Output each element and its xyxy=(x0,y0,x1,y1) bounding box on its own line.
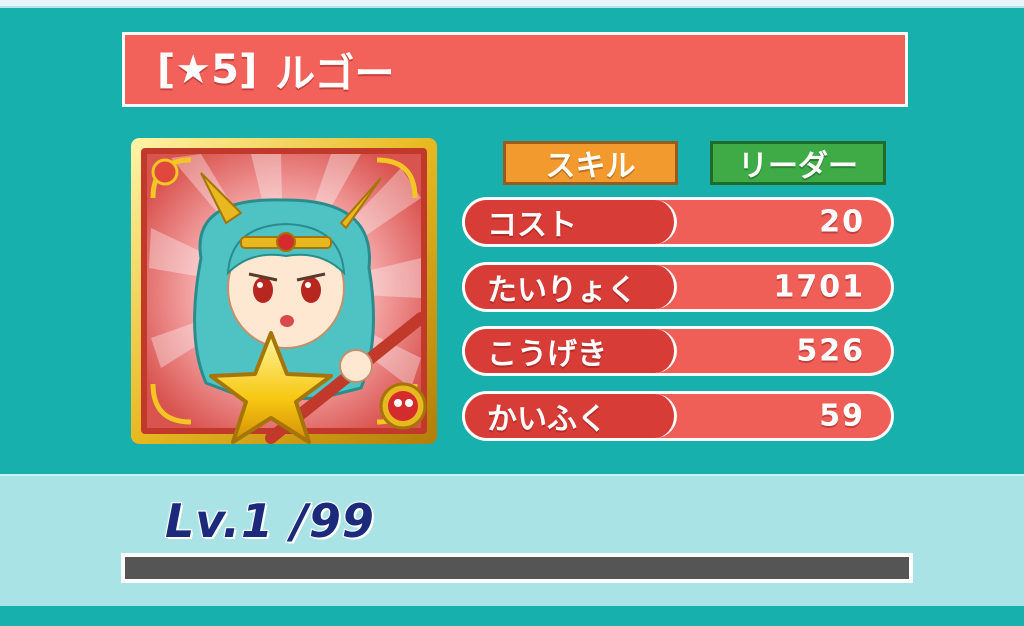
stat-value: 526 xyxy=(796,333,865,369)
stat-value: 1701 xyxy=(773,269,865,305)
stat-row-cost: コスト 20 xyxy=(462,197,894,247)
leader-tab-button[interactable]: リーダー xyxy=(710,141,886,185)
stat-label: コスト xyxy=(487,208,577,243)
character-portrait-icon[interactable] xyxy=(131,138,437,444)
card-detail-screen: [★5] ルゴー スキル リーダー コスト 20 たいりょく 1701 こうげき… xyxy=(0,0,1024,626)
level-band xyxy=(0,474,1024,608)
level-indicator: Lv.1 /99 xyxy=(164,493,375,549)
stat-value: 20 xyxy=(819,204,865,240)
stat-row-attack: こうげき 526 xyxy=(462,326,894,376)
stat-row-recovery: かいふく 59 xyxy=(462,391,894,441)
exp-bar xyxy=(121,553,913,583)
title-banner: [★5] ルゴー xyxy=(122,32,908,107)
stat-label-pill: コスト xyxy=(465,200,677,244)
stat-label-pill: かいふく xyxy=(465,394,677,438)
stat-row-hp: たいりょく 1701 xyxy=(462,262,894,312)
card-rarity: [★5] xyxy=(157,46,258,93)
stat-label: こうげき xyxy=(487,337,607,372)
card-name: ルゴー xyxy=(275,50,395,97)
top-strip xyxy=(0,0,1024,8)
stat-label: たいりょく xyxy=(487,273,637,308)
bottom-strip xyxy=(0,606,1024,626)
stat-label: かいふく xyxy=(487,402,607,437)
stat-value: 59 xyxy=(819,398,865,434)
stat-label-pill: こうげき xyxy=(465,329,677,373)
stat-label-pill: たいりょく xyxy=(465,265,677,309)
skill-tab-button[interactable]: スキル xyxy=(503,141,678,185)
